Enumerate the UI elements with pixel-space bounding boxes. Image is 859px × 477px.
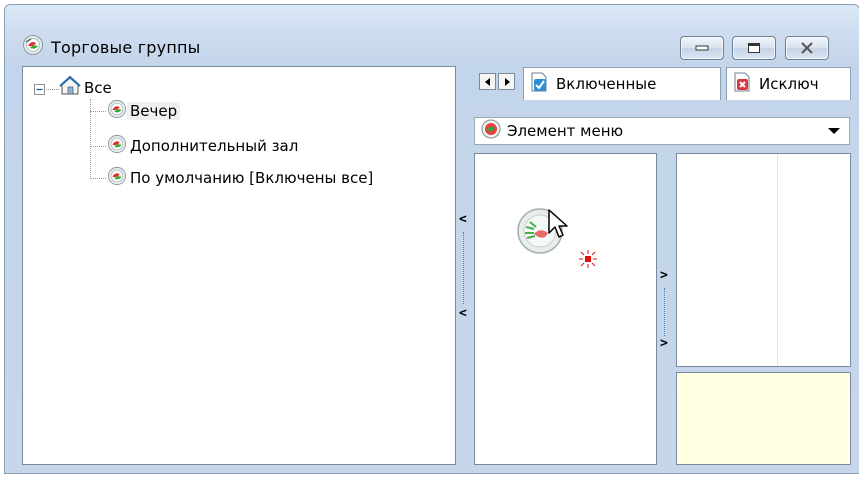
menu-dish-icon bbox=[107, 99, 127, 123]
maximize-icon bbox=[748, 43, 760, 53]
splitter-grip bbox=[664, 288, 665, 336]
minimize-button[interactable] bbox=[680, 36, 724, 60]
right-splitter[interactable]: > > bbox=[659, 266, 669, 366]
splitter-grip bbox=[463, 232, 464, 304]
mouse-pointer-icon bbox=[547, 209, 569, 244]
collapse-left-arrow[interactable]: < bbox=[459, 306, 467, 321]
tree-item-additional-hall[interactable]: Дополнительный зал bbox=[107, 134, 301, 158]
triangle-left-icon bbox=[484, 77, 490, 86]
triangle-right-icon bbox=[504, 77, 510, 86]
tab-scroll-right-button[interactable] bbox=[498, 73, 515, 90]
items-list[interactable] bbox=[676, 153, 851, 367]
tab-scroll-left-button[interactable] bbox=[479, 73, 496, 90]
minus-icon bbox=[36, 88, 43, 91]
checked-document-icon bbox=[528, 71, 550, 97]
tab-label: Исключ bbox=[759, 75, 819, 93]
menu-canvas[interactable] bbox=[474, 153, 657, 465]
window-title: Торговые группы bbox=[51, 38, 201, 57]
menu-item-icon bbox=[481, 119, 501, 143]
collapse-right-arrow[interactable]: > bbox=[660, 336, 668, 351]
tree-item-evening[interactable]: Вечер bbox=[107, 99, 181, 123]
menu-dish-icon bbox=[107, 166, 127, 190]
element-type-dropdown[interactable]: Элемент меню bbox=[474, 117, 850, 145]
title-bar[interactable]: Торговые группы bbox=[5, 5, 859, 63]
tree-connector bbox=[90, 111, 106, 112]
close-icon bbox=[801, 42, 813, 54]
left-splitter[interactable]: < < bbox=[458, 208, 468, 328]
tree-item-label: Все bbox=[84, 79, 112, 97]
dropdown-value: Элемент меню bbox=[507, 122, 624, 140]
tab-excluded[interactable]: Исключ bbox=[726, 67, 851, 100]
description-panel bbox=[676, 372, 851, 465]
minimize-icon bbox=[695, 45, 709, 51]
close-button[interactable] bbox=[785, 36, 829, 60]
collapse-left-arrow[interactable]: < bbox=[459, 212, 467, 227]
tab-strip: Включенные Исключ bbox=[473, 66, 851, 100]
excluded-document-icon bbox=[731, 71, 753, 97]
tree-connector bbox=[46, 89, 59, 90]
tree-item-default[interactable]: По умолчанию [Включены все] bbox=[107, 166, 376, 190]
tab-included[interactable]: Включенные bbox=[523, 67, 721, 100]
collapse-toggle[interactable] bbox=[34, 84, 45, 95]
column-divider[interactable] bbox=[777, 154, 778, 366]
app-window: Торговые группы Все Вечер Дополнительный… bbox=[0, 0, 859, 477]
drop-indicator-icon bbox=[579, 250, 597, 271]
house-icon bbox=[59, 75, 81, 101]
menu-dish-icon bbox=[107, 134, 127, 158]
tree-item-label: По умолчанию [Включены все] bbox=[130, 169, 374, 187]
tree-item-all[interactable]: Все bbox=[59, 75, 115, 101]
tree-item-label: Вечер bbox=[127, 102, 181, 120]
trade-groups-tree[interactable]: Все Вечер Дополнительный зал По умолчани… bbox=[22, 66, 456, 465]
tree-item-label: Дополнительный зал bbox=[130, 137, 299, 155]
maximize-button[interactable] bbox=[732, 36, 776, 60]
tree-connector bbox=[90, 146, 106, 147]
menu-dish-icon bbox=[22, 34, 44, 56]
chevron-down-icon[interactable] bbox=[828, 128, 840, 134]
collapse-right-arrow[interactable]: > bbox=[660, 268, 668, 283]
tree-connector bbox=[90, 178, 106, 179]
tab-label: Включенные bbox=[556, 75, 657, 93]
